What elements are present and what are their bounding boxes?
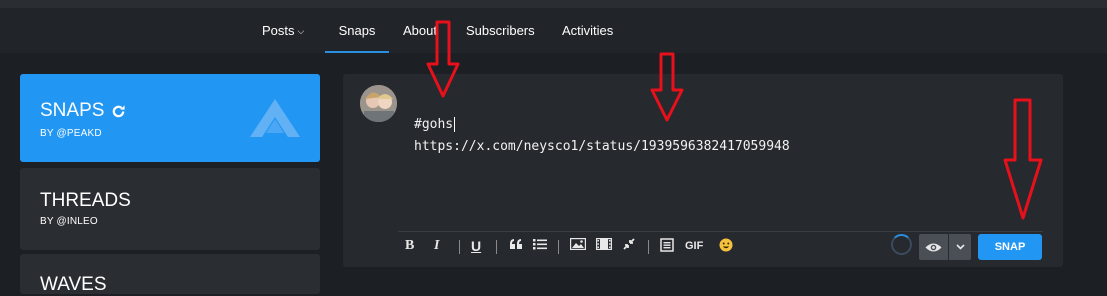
tab-activities[interactable]: Activities <box>562 16 613 53</box>
chevron-down-icon <box>955 244 965 250</box>
text-line-url: https://x.com/neysco1/status/19395963824… <box>414 139 790 154</box>
template-icon <box>660 238 674 252</box>
image-icon <box>570 238 586 250</box>
italic-label: I <box>434 238 440 253</box>
character-counter-ring <box>891 234 912 255</box>
video-button[interactable] <box>596 238 612 250</box>
toolbar-divider <box>558 240 559 254</box>
peakd-logo <box>250 99 300 142</box>
underline-button[interactable]: U <box>471 238 481 254</box>
annotation-arrow-icon <box>426 20 460 98</box>
snaps-card[interactable]: SNAPS BY @PEAKD <box>20 74 320 162</box>
threads-card[interactable]: THREADS BY @INLEO <box>20 168 320 250</box>
threads-card-subtitle: BY @INLEO <box>40 216 98 227</box>
eye-icon <box>925 243 942 251</box>
emoji-button[interactable] <box>719 238 733 252</box>
refresh-icon[interactable] <box>111 104 126 119</box>
annotation-arrow-icon <box>650 52 684 122</box>
snap-submit-label: SNAP <box>994 241 1026 253</box>
emoji-icon <box>719 238 733 252</box>
tab-subscribers-label: Subscribers <box>466 23 535 38</box>
tab-posts[interactable]: Posts ⌵ <box>262 16 304 53</box>
quote-icon <box>510 239 522 249</box>
preview-dropdown-toggle[interactable] <box>949 234 971 260</box>
waves-card[interactable]: WAVES <box>20 254 320 295</box>
compress-icon <box>623 238 635 250</box>
image-button[interactable] <box>570 238 586 250</box>
bold-button[interactable]: B <box>405 238 414 254</box>
annotation-arrow-icon <box>1003 98 1043 220</box>
snaps-title-text: SNAPS <box>40 100 105 121</box>
snap-submit-button[interactable]: SNAP <box>978 234 1042 260</box>
tab-subscribers[interactable]: Subscribers <box>466 16 535 53</box>
template-button[interactable] <box>660 238 674 252</box>
snap-text-input[interactable]: #gohs https://x.com/neysco1/status/19395… <box>414 114 790 158</box>
tab-snaps[interactable]: Snaps <box>325 16 389 53</box>
avatar <box>360 85 397 122</box>
text-line-hashtag: #gohs <box>414 117 454 132</box>
preview-button[interactable] <box>919 234 948 260</box>
list-button[interactable] <box>533 238 547 250</box>
waves-card-title: WAVES <box>40 274 107 295</box>
profile-nav: Posts ⌵ Snaps About Subscribers Activitie… <box>0 8 1107 53</box>
tab-activities-label: Activities <box>562 23 614 38</box>
tab-snaps-label: Snaps <box>338 23 376 38</box>
toolbar-divider <box>648 240 649 254</box>
toolbar-divider <box>459 240 460 254</box>
gif-label: GIF <box>685 240 704 252</box>
bold-label: B <box>405 238 415 253</box>
top-strip <box>0 0 1107 8</box>
video-icon <box>596 238 612 250</box>
underline-label: U <box>471 238 482 254</box>
tab-posts-label: Posts <box>262 23 295 38</box>
gif-button[interactable]: GIF <box>685 240 703 252</box>
chevron-down-icon: ⌵ <box>297 26 305 36</box>
threads-card-title: THREADS <box>40 190 131 211</box>
text-caret <box>454 117 456 132</box>
italic-button[interactable]: I <box>434 238 439 254</box>
list-icon <box>533 239 547 250</box>
compress-button[interactable] <box>623 238 635 250</box>
quote-button[interactable] <box>509 238 523 250</box>
snap-composer: #gohs https://x.com/neysco1/status/19395… <box>343 74 1063 267</box>
toolbar-divider <box>496 240 497 254</box>
